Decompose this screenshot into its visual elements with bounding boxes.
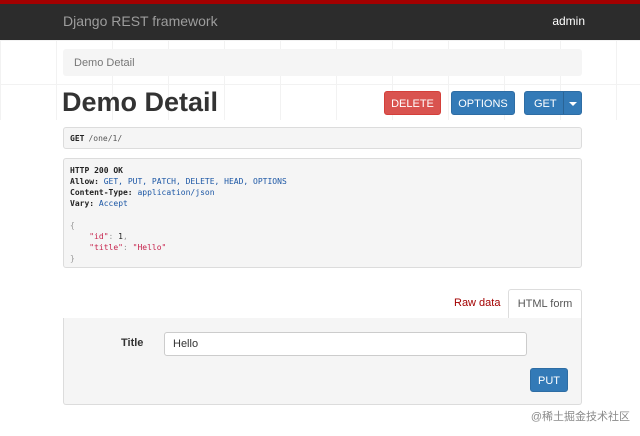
content-type-header-label: Content-Type: [70, 188, 133, 197]
json-key-id: "id" [89, 232, 109, 241]
vary-header-label: Vary: [70, 199, 95, 208]
get-button[interactable]: GET [524, 91, 582, 115]
get-dropdown-divider [563, 92, 564, 114]
navbar: Django REST framework admin [0, 4, 640, 40]
page-title: Demo Detail [62, 87, 219, 117]
request-path: /one/1/ [88, 134, 123, 143]
allow-header-value: GET, PUT, PATCH, DELETE, HEAD, OPTIONS [103, 177, 287, 186]
get-button-label: GET [534, 98, 557, 110]
chevron-down-icon[interactable] [569, 102, 577, 106]
response-status: HTTP 200 OK [70, 166, 123, 175]
content-type-header-value: application/json [137, 188, 215, 197]
json-open-brace: { [70, 221, 75, 230]
html-form-panel: Title PUT [63, 318, 582, 405]
tab-raw-data[interactable]: Raw data [454, 297, 500, 309]
allow-header-label: Allow: [70, 177, 99, 186]
options-button[interactable]: OPTIONS [451, 91, 515, 115]
request-info: GET/one/1/ [63, 127, 582, 149]
json-close-brace: } [70, 254, 75, 263]
json-key-title: "title" [89, 243, 123, 252]
tab-html-form[interactable]: HTML form [508, 289, 582, 319]
delete-button[interactable]: DELETE [384, 91, 441, 115]
title-field-label: Title [121, 337, 144, 349]
request-method: GET [70, 134, 85, 143]
put-button[interactable]: PUT [530, 368, 568, 392]
watermark: @稀土掘金技术社区 [530, 411, 630, 423]
navbar-brand[interactable]: Django REST framework [63, 13, 218, 29]
json-value-title: "Hello" [132, 243, 167, 252]
vary-header-value: Accept [98, 199, 128, 208]
form-tabs: Raw data HTML form [63, 289, 582, 319]
user-menu[interactable]: admin [552, 14, 585, 28]
breadcrumb-item-demo-detail[interactable]: Demo Detail [74, 57, 135, 69]
response-info: HTTP 200 OK Allow: GET, PUT, PATCH, DELE… [63, 158, 582, 268]
breadcrumb: Demo Detail [63, 49, 582, 76]
title-input[interactable] [164, 332, 527, 356]
